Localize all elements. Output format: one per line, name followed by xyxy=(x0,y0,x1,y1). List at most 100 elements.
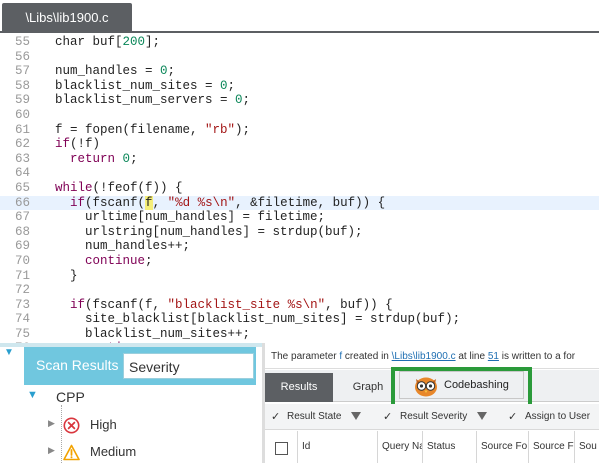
code-text: urltime[num_handles] = filetime; xyxy=(55,210,325,225)
column-source-file[interactable]: Source F xyxy=(529,431,575,463)
code-line[interactable]: 63 return 0; xyxy=(0,152,599,167)
code-line[interactable]: 74 site_blacklist[blacklist_num_sites] =… xyxy=(0,312,599,327)
code-token: blacklist_num_servers = xyxy=(55,93,236,108)
code-line[interactable]: 57 num_handles = 0; xyxy=(0,64,599,79)
code-line[interactable]: 70 continue; xyxy=(0,254,599,269)
results-table-header: Id Query Nam Status Source Fo Source F S… xyxy=(265,431,599,463)
result-description: The parameter f created in \Libs\lib1900… xyxy=(271,351,575,362)
code-line[interactable]: 59 blacklist_num_servers = 0; xyxy=(0,93,599,108)
column-source-folder[interactable]: Source Fo xyxy=(477,431,529,463)
code-text: num_handles = 0; xyxy=(55,64,175,79)
desc-line-link[interactable]: 51 xyxy=(488,351,499,362)
checkmark-icon: ✓ xyxy=(383,411,393,423)
code-token: 0 xyxy=(160,64,168,79)
code-line[interactable]: 69 num_handles++; xyxy=(0,239,599,254)
code-token: urltime[num_handles] = filetime; xyxy=(55,210,326,225)
code-line[interactable]: 62 if(!f) xyxy=(0,137,599,152)
severity-label-high: High xyxy=(90,417,117,432)
code-token: urlstring[num_handles] = strdup(buf); xyxy=(55,224,363,239)
code-line[interactable]: 64 xyxy=(0,166,599,181)
code-token: (fscanf( xyxy=(85,195,146,210)
line-number: 64 xyxy=(14,166,30,181)
code-text: continue; xyxy=(55,254,153,269)
code-token: blacklist_num_sites++; xyxy=(55,326,251,341)
code-line[interactable]: 71 } xyxy=(0,269,599,284)
code-token: if xyxy=(55,137,71,152)
code-token: ); xyxy=(235,122,251,137)
code-line[interactable]: 68 urlstring[num_handles] = strdup(buf); xyxy=(0,225,599,240)
code-token: , &filetime, buf)) { xyxy=(235,195,386,210)
code-line[interactable]: 73 if(fscanf(f, "blacklist_site %s\n", b… xyxy=(0,298,599,313)
file-tab[interactable]: \Libs\lib1900.c xyxy=(2,3,132,32)
code-text: blacklist_num_servers = 0; xyxy=(55,93,250,108)
scan-results-header: Scan Results Severity xyxy=(24,347,256,385)
group-result-state[interactable]: Result State xyxy=(287,404,341,430)
code-token: "blacklist_site %s\n" xyxy=(167,297,326,312)
code-token: if xyxy=(70,195,86,210)
code-token: blacklist_num_sites = xyxy=(55,78,221,93)
tab-strip xyxy=(0,31,599,33)
code-line[interactable]: 58 blacklist_num_sites = 0; xyxy=(0,79,599,94)
medium-severity-icon xyxy=(63,444,80,461)
column-id[interactable]: Id xyxy=(298,431,378,463)
code-line[interactable]: 56 xyxy=(0,50,599,65)
column-source[interactable]: Sou xyxy=(575,431,599,463)
code-line[interactable]: 55 char buf[200]; xyxy=(0,35,599,50)
code-text: blacklist_num_sites++; xyxy=(55,327,250,342)
expand-arrow-icon[interactable]: ▶ xyxy=(48,418,55,429)
filter-icon[interactable] xyxy=(351,412,361,420)
select-all-column xyxy=(265,431,298,463)
code-text: f = fopen(filename, "rb"); xyxy=(55,123,250,138)
filter-icon[interactable] xyxy=(477,412,487,420)
group-result-severity[interactable]: Result Severity xyxy=(400,404,467,430)
code-line[interactable]: 61 f = fopen(filename, "rb"); xyxy=(0,123,599,138)
code-token: while xyxy=(55,180,93,195)
code-line[interactable]: 65 while(!feof(f)) { xyxy=(0,181,599,196)
code-token: ; xyxy=(227,78,236,93)
code-editor[interactable]: \Libs\lib1900.c 55 char buf[200]; 56 57 num_… xyxy=(0,0,599,343)
code-token: ; xyxy=(167,64,176,79)
line-number: 69 xyxy=(14,239,30,254)
code-token: 200 xyxy=(122,35,146,49)
group-by-select[interactable]: Severity xyxy=(123,353,254,379)
code-token: ; xyxy=(130,151,138,166)
line-number: 59 xyxy=(14,93,30,108)
line-number: 63 xyxy=(14,151,30,166)
code-line[interactable]: 60 xyxy=(0,108,599,123)
code-text: urlstring[num_handles] = strdup(buf); xyxy=(55,225,363,240)
line-number: 71 xyxy=(14,268,30,283)
line-number: 68 xyxy=(14,224,30,239)
code-line[interactable]: 66 if(fscanf(f, "%d %s\n", &filetime, bu… xyxy=(0,195,599,211)
select-all-checkbox[interactable] xyxy=(275,442,288,455)
tree-node-cpp[interactable]: CPP xyxy=(56,389,85,405)
group-by-value: Severity xyxy=(129,359,180,375)
column-query-name[interactable]: Query Nam xyxy=(378,431,423,463)
code-line[interactable]: 72 xyxy=(0,283,599,298)
column-status[interactable]: Status xyxy=(423,431,477,463)
code-token: site_blacklist[blacklist_num_sites] = st… xyxy=(55,312,461,327)
code-line[interactable]: 75 blacklist_num_sites++; xyxy=(0,327,599,342)
expand-arrow-icon[interactable]: ▶ xyxy=(48,445,55,456)
desc-text: created in xyxy=(342,351,392,362)
code-token: 0 xyxy=(122,151,131,166)
tab-results[interactable]: Results xyxy=(265,373,333,402)
scan-results-title: Scan Results xyxy=(36,357,119,373)
chevron-down-icon[interactable]: ▼ xyxy=(27,389,38,401)
checkmark-icon: ✓ xyxy=(271,411,281,423)
line-number: 67 xyxy=(14,210,30,225)
group-assign-user[interactable]: Assign to User xyxy=(525,404,590,430)
collapse-tree-icon[interactable]: ▼ xyxy=(4,347,14,358)
line-number: 75 xyxy=(14,326,30,341)
code-token: ; xyxy=(145,253,153,268)
group-by-bar: ✓ Result State ✓ Result Severity ✓ Assig… xyxy=(265,404,599,430)
checkmark-icon: ✓ xyxy=(508,411,518,423)
code-line[interactable]: 67 urltime[num_handles] = filetime; xyxy=(0,210,599,225)
code-lines: 55 char buf[200]; 56 57 num_handles = 0; 58 bl… xyxy=(0,35,599,343)
code-token: (!feof(f)) { xyxy=(92,180,183,195)
code-token: , buf)) { xyxy=(325,297,393,312)
code-token: 0 xyxy=(220,78,228,93)
desc-file-link[interactable]: \Libs\lib1900.c xyxy=(392,351,456,362)
